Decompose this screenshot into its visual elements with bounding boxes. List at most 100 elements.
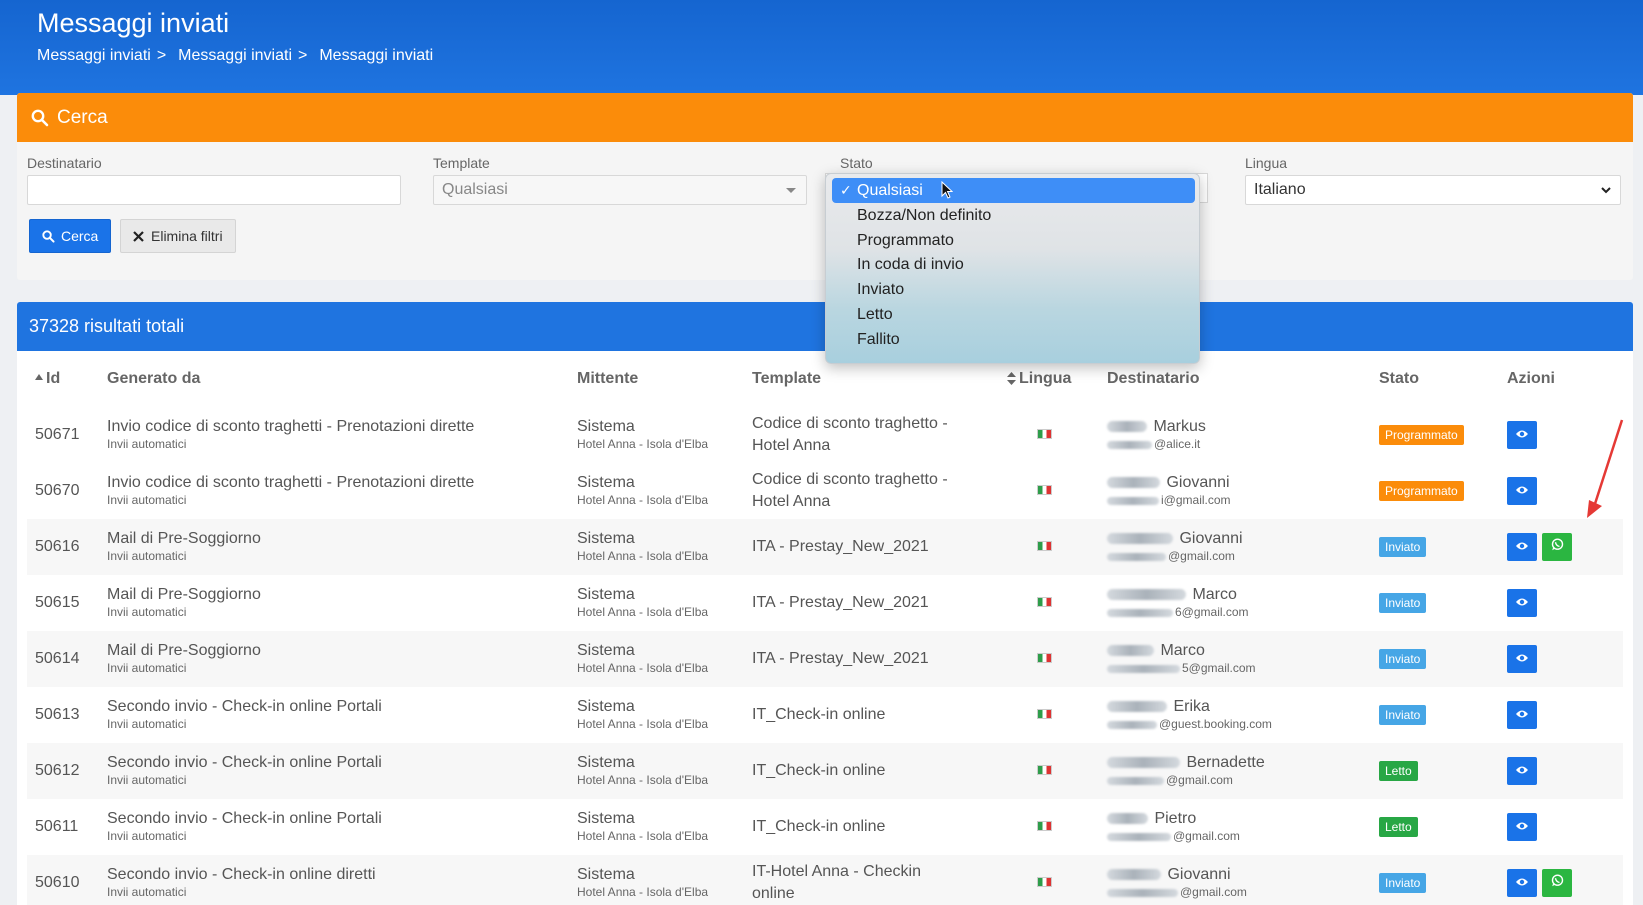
template-select[interactable]: Qualsiasi xyxy=(433,175,807,205)
column-header-mittente[interactable]: Mittente xyxy=(577,351,752,407)
cell-lingua xyxy=(1007,575,1107,631)
breadcrumb-item[interactable]: Messaggi inviati xyxy=(319,47,433,65)
destinatario-email: 6@gmail.com xyxy=(1175,605,1249,620)
cell-destinatario: Giovanni @gmail.com xyxy=(1107,519,1379,575)
table-row[interactable]: 50615 Mail di Pre-Soggiorno Invii automati… xyxy=(27,575,1623,631)
destinatario-label: Destinatario xyxy=(27,155,102,171)
view-button[interactable] xyxy=(1507,533,1537,561)
view-button[interactable] xyxy=(1507,421,1537,449)
generato-sub: Invii automatici xyxy=(107,773,187,788)
redacted-text xyxy=(1107,777,1164,786)
stato-option[interactable]: Letto xyxy=(832,302,1195,327)
status-badge: Inviato xyxy=(1379,873,1427,893)
destinatario-name: Giovanni xyxy=(1166,473,1230,491)
view-button[interactable] xyxy=(1507,757,1537,785)
stato-label: Stato xyxy=(840,155,873,171)
cell-mittente: Sistema Hotel Anna - Isola d'Elba xyxy=(577,743,752,799)
cell-mittente: Sistema Hotel Anna - Isola d'Elba xyxy=(577,519,752,575)
stato-option[interactable]: In coda di invio xyxy=(832,252,1195,277)
column-header-azioni: Azioni xyxy=(1507,370,1555,387)
status-badge: Inviato xyxy=(1379,593,1427,613)
whatsapp-button[interactable] xyxy=(1542,533,1572,561)
search-button[interactable]: Cerca xyxy=(29,219,112,253)
mittente-name: Sistema xyxy=(577,697,635,715)
page-header: Messaggi inviati Messaggi inviati > Mess… xyxy=(0,0,1643,95)
cell-destinatario: Giovanni @gmail.com xyxy=(1107,855,1379,905)
italy-flag-icon xyxy=(1037,653,1052,663)
table-row[interactable]: 50670 Invio codice di sconto traghetti - … xyxy=(27,463,1623,519)
redacted-text xyxy=(1107,645,1154,657)
results-table: Id Generato da Mittente Template Lingua … xyxy=(27,351,1623,905)
status-badge: Programmato xyxy=(1379,425,1464,445)
mittente-sub: Hotel Anna - Isola d'Elba xyxy=(577,717,709,732)
mouse-cursor-icon xyxy=(941,181,953,199)
stato-option[interactable]: Programmato xyxy=(832,228,1195,253)
view-button[interactable] xyxy=(1507,813,1537,841)
redacted-text xyxy=(1107,497,1159,506)
mittente-sub: Hotel Anna - Isola d'Elba xyxy=(577,605,709,620)
column-header-id[interactable]: Id xyxy=(27,351,102,407)
cell-id: 50671 xyxy=(35,426,80,443)
stato-option[interactable]: Fallito xyxy=(832,327,1195,352)
cell-stato: Inviato xyxy=(1379,687,1507,743)
table-row[interactable]: 50671 Invio codice di sconto traghetti - … xyxy=(27,407,1623,463)
destinatario-input[interactable] xyxy=(27,175,401,205)
view-button[interactable] xyxy=(1507,477,1537,505)
generato-sub: Invii automatici xyxy=(107,661,187,676)
table-row[interactable]: 50614 Mail di Pre-Soggiorno Invii automati… xyxy=(27,631,1623,687)
search-panel-title: Cerca xyxy=(57,106,108,128)
stato-option-label: Qualsiasi xyxy=(857,182,923,199)
whatsapp-icon xyxy=(1551,874,1564,892)
search-button-label: Cerca xyxy=(61,228,99,244)
redacted-text xyxy=(1107,553,1166,562)
table-row[interactable]: 50610 Secondo invio - Check-in online dir… xyxy=(27,855,1623,905)
table-row[interactable]: 50613 Secondo invio - Check-in online Por… xyxy=(27,687,1623,743)
view-button[interactable] xyxy=(1507,701,1537,729)
cell-generato: Mail di Pre-Soggiorno Invii automatici xyxy=(102,575,577,631)
cell-azioni xyxy=(1507,575,1623,631)
cell-generato: Secondo invio - Check-in online diretti I… xyxy=(102,855,577,905)
cell-id: 50610 xyxy=(35,874,80,891)
cell-id: 50611 xyxy=(35,818,79,835)
stato-option[interactable]: Inviato xyxy=(832,277,1195,302)
column-header-stato[interactable]: Stato xyxy=(1379,351,1507,407)
filter-stato: Stato xyxy=(840,155,1214,175)
cell-generato: Mail di Pre-Soggiorno Invii automatici xyxy=(102,631,577,687)
stato-option[interactable]: ✓ Qualsiasi xyxy=(832,178,1195,203)
cell-stato: Inviato xyxy=(1379,855,1507,905)
mittente-sub: Hotel Anna - Isola d'Elba xyxy=(577,829,709,844)
cell-template: IT_Check-in online xyxy=(752,762,886,780)
breadcrumb: Messaggi inviati > Messaggi inviati > Me… xyxy=(37,47,433,65)
cell-template: ITA - Prestay_New_2021 xyxy=(752,538,929,556)
whatsapp-button[interactable] xyxy=(1542,869,1572,897)
clear-filters-button[interactable]: Elimina filtri xyxy=(120,219,236,253)
breadcrumb-item[interactable]: Messaggi inviati xyxy=(37,47,151,65)
cell-stato: Programmato xyxy=(1379,407,1507,463)
mittente-sub: Hotel Anna - Isola d'Elba xyxy=(577,773,709,788)
view-button[interactable] xyxy=(1507,589,1537,617)
stato-option-label: Fallito xyxy=(857,330,900,348)
view-button[interactable] xyxy=(1507,869,1537,897)
sort-icon xyxy=(1007,372,1016,386)
mittente-sub: Hotel Anna - Isola d'Elba xyxy=(577,661,709,676)
lingua-select[interactable]: Italiano xyxy=(1245,175,1621,205)
view-button[interactable] xyxy=(1507,645,1537,673)
cell-stato: Inviato xyxy=(1379,631,1507,687)
cell-id: 50616 xyxy=(35,538,80,555)
destinatario-name: Marco xyxy=(1192,585,1237,603)
status-badge: Letto xyxy=(1379,761,1418,781)
cell-mittente: Sistema Hotel Anna - Isola d'Elba xyxy=(577,799,752,855)
template-label: Template xyxy=(433,155,490,171)
cell-template: ITA - Prestay_New_2021 xyxy=(752,594,929,612)
column-header-generato[interactable]: Generato da xyxy=(102,351,577,407)
generato-title: Secondo invio - Check-in online Portali xyxy=(107,697,382,715)
lingua-select-value: Italiano xyxy=(1254,181,1306,198)
breadcrumb-item[interactable]: Messaggi inviati xyxy=(178,47,292,65)
cell-id: 50670 xyxy=(35,482,80,499)
stato-option[interactable]: Bozza/Non definito xyxy=(832,203,1195,228)
table-row[interactable]: 50612 Secondo invio - Check-in online Por… xyxy=(27,743,1623,799)
table-row[interactable]: 50611 Secondo invio - Check-in online Por… xyxy=(27,799,1623,855)
table-row[interactable]: 50616 Mail di Pre-Soggiorno Invii automati… xyxy=(27,519,1623,575)
caret-down-icon xyxy=(786,188,796,193)
italy-flag-icon xyxy=(1037,877,1052,887)
